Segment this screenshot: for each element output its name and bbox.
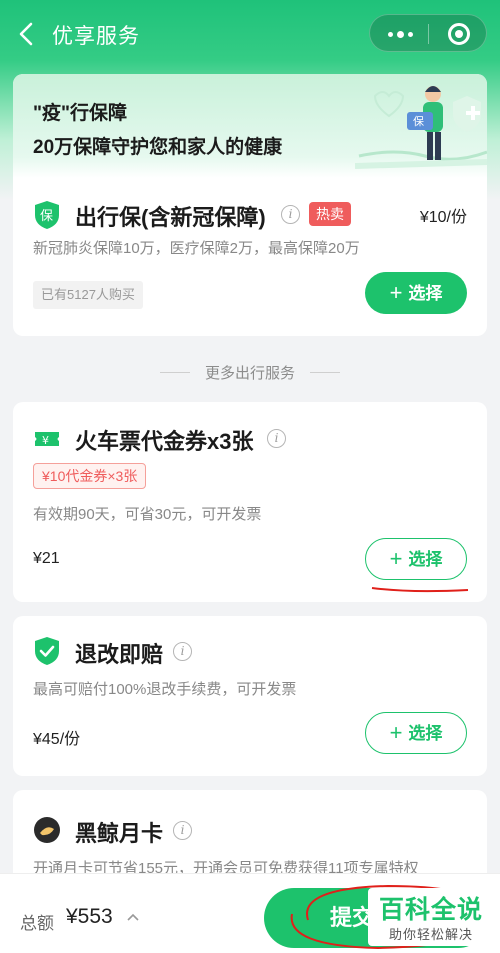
more-dots-icon[interactable] [386, 23, 414, 43]
banner-title: "疫"行保障 [33, 103, 128, 124]
insurance-icon-text: 保 [40, 209, 53, 224]
service-title: 火车票代金券x3张 [75, 429, 254, 454]
service-title: 黑鲸月卡 [75, 821, 164, 846]
info-icon[interactable]: i [173, 642, 192, 661]
service-card-train-coupon: ¥ 火车票代金券x3张 i ¥10代金券×3张 有效期90天，可省30元，可开发… [13, 402, 487, 602]
banner-subtitle: 20万保障守护您和家人的健康 [33, 137, 283, 158]
whale-icon [34, 817, 60, 843]
service-title: 退改即赔 [75, 642, 164, 667]
back-arrow-icon[interactable] [16, 20, 38, 48]
watermark-sub: 助你轻松解决 [388, 927, 473, 942]
page-title: 优享服务 [52, 25, 140, 48]
insurance-desc: 新冠肺炎保障10万，医疗保障2万，最高保障20万 [33, 240, 360, 257]
nav-bar: 优享服务 [0, 0, 500, 66]
total-label: 总额 [20, 914, 54, 933]
insurance-price: ¥10/份 [419, 209, 467, 226]
svg-text:¥: ¥ [42, 434, 49, 447]
service-desc: 有效期90天，可省30元，可开发票 [33, 506, 262, 523]
insurance-title: 出行保(含新冠保障) [75, 205, 266, 230]
promo-banner: "疫"行保障 20万保障守护您和家人的健康 保 [13, 74, 487, 178]
service-desc: 最高可赔付100%退改手续费，可开发票 [33, 681, 297, 698]
shield-check-icon [35, 637, 59, 665]
watermark: 百科全说 助你轻松解决 [368, 888, 494, 946]
chevron-up-icon[interactable] [126, 912, 140, 922]
doctor-illustration-icon: 保 [355, 86, 487, 169]
mini-program-capsule [369, 14, 487, 52]
sold-count: 已有5127人购买 [33, 281, 143, 309]
insurance-select-button[interactable]: + 选择 [365, 272, 467, 314]
info-icon[interactable]: i [267, 429, 286, 448]
hot-badge: 热卖 [309, 202, 351, 226]
select-label: 选择 [408, 550, 443, 569]
illustration-badge-text: 保 [413, 114, 424, 128]
plus-icon: + [389, 720, 403, 745]
select-label: 选择 [408, 284, 443, 303]
service-price: ¥45/份 [33, 731, 81, 748]
watermark-main: 百科全说 [378, 896, 483, 924]
info-icon[interactable]: i [173, 821, 192, 840]
train-coupon-select-button[interactable]: + 选择 [365, 538, 467, 580]
red-annotation-underline [371, 587, 469, 593]
total-amount[interactable]: ¥553 [66, 905, 113, 929]
insurance-shield-icon: 保 [35, 201, 59, 229]
plus-icon: + [389, 546, 403, 571]
service-card-refund: 退改即赔 i 最高可赔付100%退改手续费，可开发票 ¥45/份 + 选择 [13, 616, 487, 776]
page: 优享服务 "疫"行保障 20万保障守护您和家人的健康 保 保 出行保(含新冠保障… [0, 0, 500, 953]
service-price: ¥21 [33, 550, 60, 567]
close-target-icon[interactable] [448, 23, 470, 45]
refund-select-button[interactable]: + 选择 [365, 712, 467, 754]
more-services-divider: 更多出行服务 [0, 360, 500, 384]
plus-icon: + [389, 280, 403, 305]
select-label: 选择 [408, 724, 443, 743]
capsule-divider [428, 24, 429, 44]
insurance-card: "疫"行保障 20万保障守护您和家人的健康 保 保 出行保(含新冠保障) i 热… [13, 74, 487, 336]
divider-label: 更多出行服务 [204, 365, 295, 382]
coupon-tag: ¥10代金券×3张 [33, 463, 147, 489]
ticket-icon: ¥ [35, 432, 59, 447]
info-icon[interactable]: i [281, 205, 300, 224]
